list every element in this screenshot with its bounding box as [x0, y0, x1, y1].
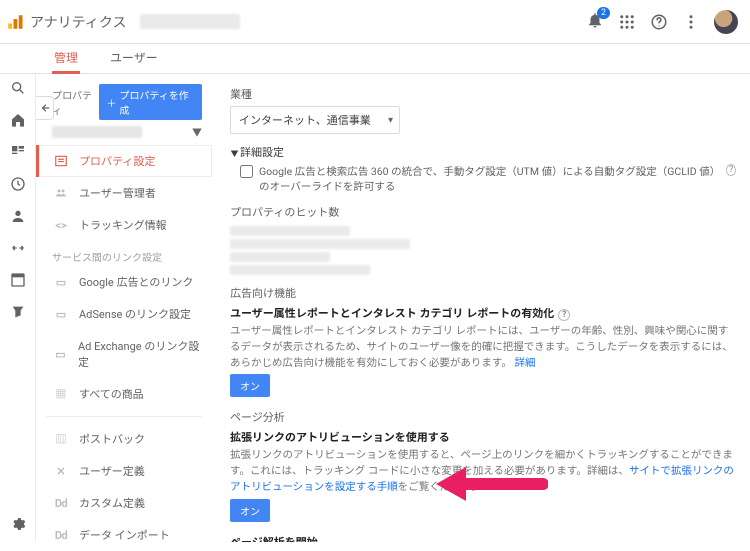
nav-divider: [46, 416, 202, 417]
tab-admin[interactable]: 管理: [52, 44, 80, 74]
dashboard-icon[interactable]: [10, 144, 26, 160]
property-selector[interactable]: ▼: [36, 122, 212, 145]
gear-icon[interactable]: [10, 516, 26, 532]
ad-features-label: 広告向け機能: [230, 285, 736, 301]
admin-tabs: 管理 ユーザー: [0, 44, 750, 74]
nav-user-management[interactable]: ユーザー管理者: [36, 177, 212, 209]
nav-postback[interactable]: ▥ ポストバック: [36, 423, 212, 455]
top-bar: アナリティクス 2: [0, 0, 750, 44]
dd-icon: Dd: [53, 528, 69, 542]
nav-google-ads-link[interactable]: ▭ Google 広告とのリンク: [36, 266, 212, 298]
caret-down-icon: ▼: [192, 124, 202, 139]
tab-user[interactable]: ユーザー: [108, 44, 160, 74]
nav-custom-definitions[interactable]: Dd カスタム定義: [36, 487, 212, 519]
nav-adsense-link[interactable]: ▭ AdSense のリンク設定: [36, 298, 212, 330]
user-def-icon: ✕: [53, 464, 69, 478]
plus-icon: ＋: [106, 95, 116, 110]
search-icon[interactable]: [10, 80, 26, 96]
page-analysis-label: ページ分析: [230, 409, 736, 425]
help-tooltip-icon[interactable]: ?: [558, 309, 570, 321]
analytics-logo-icon: [6, 13, 24, 31]
apps-grid-icon[interactable]: [618, 13, 636, 31]
notifications-button[interactable]: 2: [586, 11, 604, 32]
industry-label: 業種: [230, 86, 736, 102]
link-icon: ▭: [53, 347, 68, 361]
demographics-toggle-on[interactable]: オン: [230, 374, 270, 397]
main-content: 業種 インターネット、通信事業 ▶詳細設定 Google 広告と検索広告 360…: [212, 74, 750, 542]
settings-list-icon: [53, 154, 69, 168]
hits-label: プロパティのヒット数: [230, 204, 736, 220]
demographics-description: ユーザー属性レポートとインタレスト カテゴリ レポートには、ユーザーの年齢、性別…: [230, 323, 736, 370]
hits-redacted: [230, 226, 736, 275]
postback-icon: ▥: [53, 432, 69, 446]
left-rail: [0, 74, 36, 542]
link-icon: ▭: [53, 275, 69, 289]
gclid-override-label: Google 広告と検索広告 360 の統合で、手動タグ設定（UTM 値）による…: [259, 164, 716, 194]
nav-data-import[interactable]: Dd データ インポート: [36, 519, 212, 551]
account-name-redacted: [140, 14, 240, 29]
more-vert-icon[interactable]: [682, 13, 700, 31]
enhanced-link-description: 拡張リンクのアトリビューションを使用すると、ページ上のリンクを細かくトラッキング…: [230, 447, 736, 494]
behavior-icon[interactable]: [10, 272, 26, 288]
nav-adexchange-link[interactable]: ▭ Ad Exchange のリンク設定: [36, 330, 212, 378]
users-icon: [53, 186, 69, 200]
nav-all-products[interactable]: ▦ すべての商品: [36, 378, 212, 410]
help-tooltip-icon[interactable]: ?: [726, 164, 736, 176]
audience-icon[interactable]: [10, 208, 26, 224]
gclid-override-checkbox[interactable]: [240, 165, 253, 178]
acquisition-icon[interactable]: [10, 240, 26, 256]
realtime-icon[interactable]: [10, 176, 26, 192]
nav-tracking-info[interactable]: <> トラッキング情報: [36, 209, 212, 241]
create-property-button[interactable]: ＋プロパティを作成: [99, 84, 202, 120]
code-icon: <>: [53, 218, 69, 232]
industry-select[interactable]: インターネット、通信事業: [230, 106, 400, 134]
notification-badge: 2: [597, 7, 610, 19]
home-icon[interactable]: [10, 112, 26, 128]
grid-icon: ▦: [53, 387, 69, 401]
nav-user-defined[interactable]: ✕ ユーザー定義: [36, 455, 212, 487]
advanced-settings-toggle[interactable]: ▶詳細設定: [230, 144, 736, 160]
property-name-redacted: [52, 126, 142, 138]
app-title: アナリティクス: [30, 12, 126, 32]
property-nav: プロパティ ＋プロパティを作成 ▼ プロパティ設定 ユーザー管理者 <> トラッ…: [36, 74, 212, 542]
nav-section-service-links: サービス間のリンク設定: [36, 241, 212, 266]
dd-icon: Dd: [53, 496, 69, 510]
property-label: プロパティ: [52, 87, 99, 117]
enhanced-link-toggle-on[interactable]: オン: [230, 499, 270, 522]
details-link[interactable]: 詳細: [514, 356, 535, 369]
avatar[interactable]: [714, 10, 738, 34]
caret-right-icon: ▶: [229, 150, 240, 158]
nav-property-settings[interactable]: プロパティ設定: [36, 145, 212, 177]
collapse-panel-button[interactable]: [36, 96, 54, 120]
start-page-analysis-label: ページ解析を開始: [230, 534, 736, 543]
demographics-title: ユーザー属性レポートとインタレスト カテゴリ レポートの有効化: [230, 307, 554, 320]
conversions-icon[interactable]: [10, 304, 26, 320]
help-icon[interactable]: [650, 13, 668, 31]
enhanced-link-title: 拡張リンクのアトリビューションを使用する: [230, 429, 736, 445]
link-icon: ▭: [53, 307, 69, 321]
